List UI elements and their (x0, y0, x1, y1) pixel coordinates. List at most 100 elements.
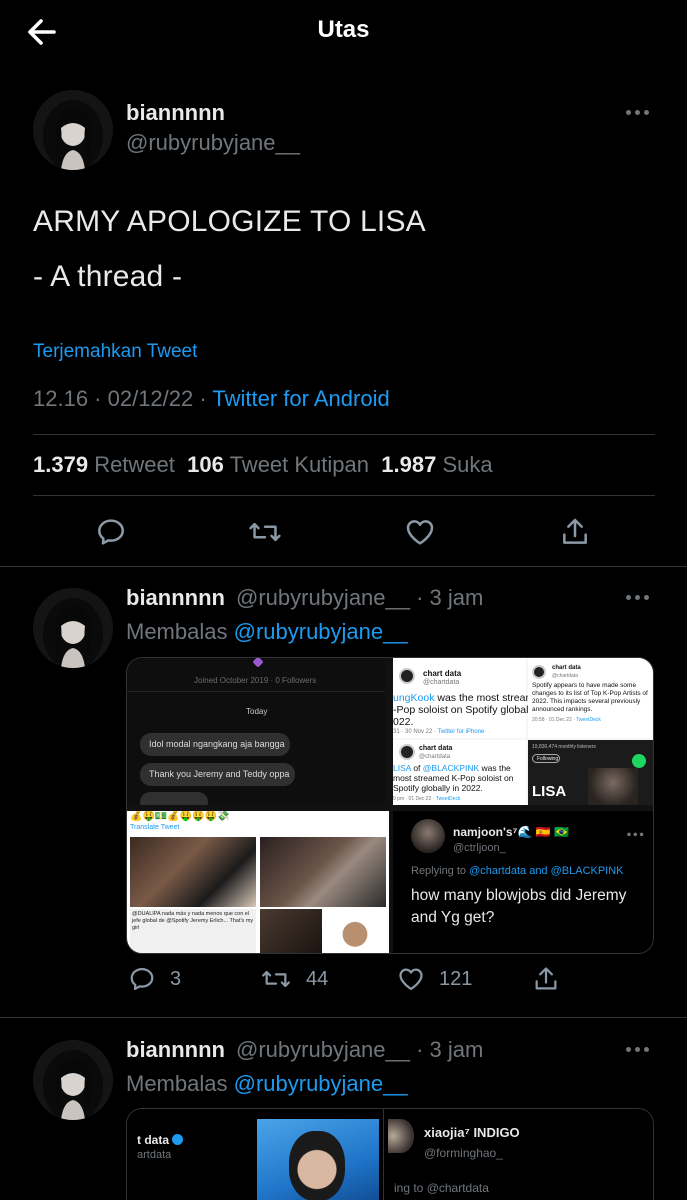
photo (260, 909, 322, 953)
share-icon (559, 516, 591, 548)
text: @BLACKPINK (422, 763, 480, 773)
photo-face (289, 1131, 345, 1200)
avatar[interactable] (33, 90, 113, 170)
author-name[interactable]: biannnnn (126, 585, 225, 611)
media-image-chartdata[interactable]: t data artdata (127, 1109, 382, 1200)
replying-prefix: Membalas (126, 1071, 228, 1096)
heart-icon (404, 516, 436, 548)
text: 9 pm · 01 Dec 22 · (393, 796, 435, 802)
media-image-reply-screenshot[interactable]: namjoon's⁷🌊 🇪🇸 🇧🇷 @ctrljoon_ Replying to… (393, 811, 653, 953)
chartdata-tweet: chart data @chartdata ungKook was the mo… (393, 658, 547, 738)
following-button: Following (532, 754, 560, 763)
like-button[interactable] (404, 516, 436, 548)
text: 31 · 30 Nov 22 · (393, 729, 437, 735)
reply-button[interactable] (95, 516, 127, 548)
more-options-icon[interactable] (626, 592, 654, 602)
photo-caption: @DUALIPA nada más y nada menos que con e… (130, 909, 256, 953)
reply-icon (95, 516, 127, 548)
retweet-button[interactable]: 44 (260, 965, 328, 993)
screenshot-replying: Replying to @chartdata and @BLACKPINK (411, 865, 624, 877)
chartdata-handle: artdata (137, 1149, 172, 1161)
tweet-meta: 12.16 · 02/12/22 · Twitter for Android (33, 386, 390, 412)
chartdata-meta: 20:58 · 01 Dec 22 · TweetDeck (532, 717, 601, 723)
media-image-photos[interactable]: 💰🤑💵💰🤑🤑🤑💸 Translate Tweet @DUALIPA nada m… (127, 811, 389, 953)
heart-emoji-icon (252, 658, 264, 668)
replying-to: Membalas @rubyrubyjane__ (126, 1071, 408, 1097)
author-handle-time[interactable]: @rubyrubyjane__ · 3 jam (236, 585, 483, 611)
retweet-label[interactable]: Retweet (94, 452, 175, 477)
replying-to-link[interactable]: @rubyrubyjane__ (234, 1071, 408, 1096)
avatar (399, 744, 415, 760)
screenshot-author-name: namjoon's⁷🌊 🇪🇸 🇧🇷 (453, 825, 569, 839)
text: of (410, 763, 423, 773)
share-button[interactable] (532, 965, 560, 993)
retweet-button[interactable] (248, 516, 282, 548)
photo (257, 1119, 379, 1200)
spotify-artist-name: LISA (532, 783, 567, 800)
author-name[interactable]: biannnnn (126, 1037, 225, 1063)
text: TweetDeck (435, 796, 461, 802)
divider (0, 566, 687, 567)
author-handle-time[interactable]: @rubyrubyjane__ · 3 jam (236, 1037, 483, 1063)
media-grid[interactable]: t data artdata xiaojia⁷ INDIGO @formingh… (126, 1108, 654, 1200)
replying-to: Membalas @rubyrubyjane__ (126, 619, 408, 645)
avatar[interactable] (33, 588, 113, 668)
retweet-count: 44 (306, 967, 329, 990)
translate-tweet-link[interactable]: Terjemahkan Tweet (33, 341, 197, 363)
chartdata-text: -Pop soloist on Spotify globally in (393, 704, 548, 716)
text: LISA (393, 763, 411, 773)
media-image-reply-screenshot[interactable]: xiaojia⁷ INDIGO @forminghao_ ing to @cha… (384, 1109, 653, 1200)
divider (127, 691, 385, 692)
top-bar: Utas (0, 0, 687, 64)
like-count[interactable]: 1.987 (381, 452, 436, 477)
like-count: 121 (439, 967, 473, 990)
retweet-icon (260, 965, 292, 993)
like-label[interactable]: Suka (442, 452, 492, 477)
photo (260, 837, 386, 907)
spotify-listeners: 19,830,474 monthly listeners (532, 744, 596, 750)
dm-bubble: Idol modal ngangkang aja bangga (140, 733, 290, 756)
play-icon (632, 754, 646, 768)
verified-badge-icon (172, 1134, 184, 1145)
more-options-icon[interactable] (626, 107, 654, 117)
quote-count[interactable]: 106 (187, 452, 224, 477)
screenshot-author-handle: @forminghao_ (424, 1146, 503, 1160)
author-handle[interactable]: @rubyrubyjane__ (126, 130, 300, 156)
share-button[interactable] (559, 516, 591, 548)
dm-today-label: Today (246, 707, 268, 716)
chartdata-meta: 9 pm · 01 Dec 22 · TweetDeck (393, 796, 460, 802)
screenshot-author-name: xiaojia⁷ INDIGO (424, 1125, 520, 1140)
retweet-count[interactable]: 1.379 (33, 452, 88, 477)
reply-button[interactable]: 3 (128, 965, 181, 993)
divider (33, 495, 655, 496)
mention: ungKook (393, 692, 435, 704)
money-emoji-icons: 💰🤑💵💰🤑🤑🤑💸 (130, 811, 230, 822)
avatar[interactable] (33, 1040, 113, 1120)
chartdata-handle: @chartdata (552, 673, 578, 679)
more-options-icon[interactable] (626, 1044, 654, 1054)
replying-to-link[interactable]: @rubyrubyjane__ (234, 619, 408, 644)
chartdata-name: chart data (423, 669, 462, 678)
dm-message: Thank you Jeremy and Teddy oppa (149, 769, 290, 779)
retweet-icon (248, 516, 282, 548)
chartdata-handle: @chartdata (419, 754, 451, 760)
like-button[interactable]: 121 (397, 965, 472, 993)
chartdata-name: chart data (552, 665, 581, 671)
reply-count: 3 (170, 967, 182, 990)
quote-label[interactable]: Tweet Kutipan (230, 452, 369, 477)
avatar (411, 819, 445, 853)
replying-prefix: Membalas (126, 619, 228, 644)
divider (0, 1017, 687, 1018)
screenshot-author-handle: @ctrljoon_ (453, 842, 506, 854)
tweet-source-link[interactable]: Twitter for Android (212, 386, 389, 411)
chartdata-text: ungKook was the most streamed (393, 692, 546, 704)
author-name[interactable]: biannnnn (126, 100, 225, 126)
avatar (532, 665, 546, 679)
media-grid[interactable]: Joined October 2019 · 0 Followers Today … (126, 657, 654, 954)
text: Twitter for iPhone (437, 729, 485, 735)
chartdata-handle: @chartdata (423, 679, 460, 686)
screenshot-tweet-text: how many blowjobs did Jeremy and Yg get? (411, 887, 627, 926)
text: Replying to (411, 865, 467, 877)
media-image-chartdata[interactable]: chart data @chartdata ungKook was the mo… (393, 658, 653, 805)
media-image-dm[interactable]: Joined October 2019 · 0 Followers Today … (127, 658, 385, 805)
